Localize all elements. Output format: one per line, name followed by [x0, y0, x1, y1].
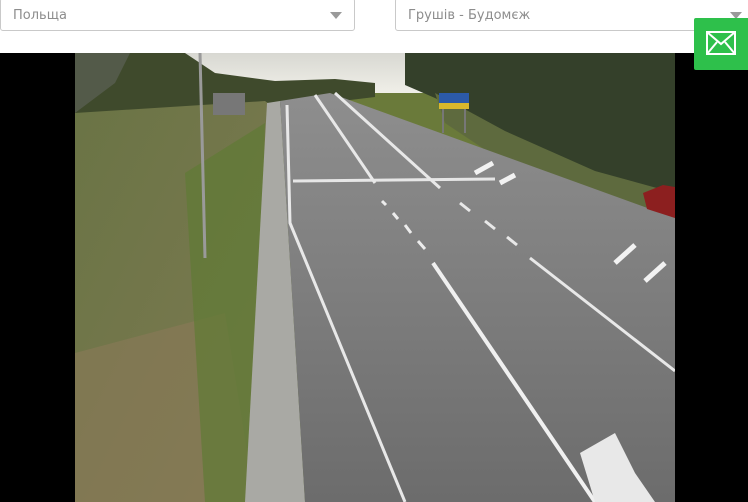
- country-select[interactable]: Польща: [0, 0, 355, 31]
- filter-bar: Польща Грушів - Будомєж: [0, 0, 748, 53]
- camera-player: [0, 53, 748, 502]
- country-select-value: Польща: [13, 8, 67, 23]
- border-camera-image[interactable]: [75, 53, 675, 502]
- chevron-down-icon: [330, 12, 342, 19]
- border-crossing-select-value: Грушів - Будомєж: [408, 8, 531, 23]
- envelope-icon: [706, 31, 736, 55]
- email-subscribe-button[interactable]: [694, 18, 748, 70]
